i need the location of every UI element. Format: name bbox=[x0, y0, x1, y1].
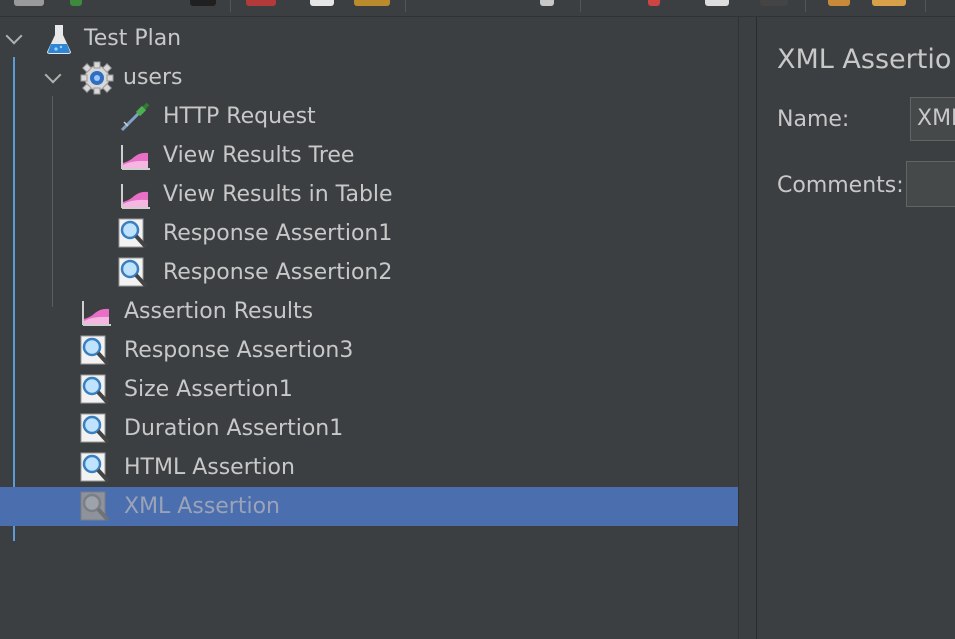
panel-title: XML Assertio bbox=[777, 44, 952, 75]
reset-search-icon[interactable] bbox=[872, 0, 906, 6]
name-field[interactable]: XML bbox=[910, 97, 955, 141]
toolbar-separator bbox=[925, 0, 926, 12]
tree-node-duration-assertion1[interactable]: Duration Assertion1 bbox=[0, 409, 738, 448]
flask-icon bbox=[47, 25, 71, 54]
magnifier-icon bbox=[80, 335, 110, 366]
magnifier-icon bbox=[80, 491, 110, 522]
panel-splitter[interactable] bbox=[738, 17, 757, 639]
tree-node-http-request[interactable]: HTTP Request bbox=[0, 97, 738, 136]
tree-node-test-plan[interactable]: Test Plan bbox=[0, 19, 738, 58]
clear-icon[interactable] bbox=[705, 0, 729, 6]
tree-node-label: Test Plan bbox=[84, 26, 182, 51]
magnifier-icon bbox=[118, 257, 148, 288]
magnifier-icon bbox=[80, 413, 110, 444]
tree-node-html-assertion[interactable]: HTML Assertion bbox=[0, 448, 738, 487]
toolbar-separator bbox=[805, 0, 806, 12]
save-icon[interactable] bbox=[190, 0, 216, 6]
tree-node-label: Assertion Results bbox=[124, 299, 314, 324]
tree-node-label: Response Assertion2 bbox=[163, 260, 393, 285]
open-icon[interactable] bbox=[70, 0, 82, 6]
tree-node-view-results-tree[interactable]: View Results Tree bbox=[0, 136, 738, 175]
toggle-icon[interactable] bbox=[540, 0, 554, 6]
toolbar-separator bbox=[580, 0, 581, 12]
tree-node-label: HTTP Request bbox=[163, 104, 316, 129]
magnifier-icon bbox=[80, 374, 110, 405]
graph-listener-icon bbox=[82, 301, 111, 326]
chevron-down-icon[interactable] bbox=[5, 27, 23, 45]
tree-node-label: Response Assertion3 bbox=[124, 338, 354, 363]
tree-node-label: HTML Assertion bbox=[124, 455, 295, 480]
graph-listener-icon bbox=[121, 145, 150, 170]
tree-node-label: users bbox=[123, 65, 183, 90]
stop-icon[interactable] bbox=[648, 0, 660, 6]
tree-node-response-assertion3[interactable]: Response Assertion3 bbox=[0, 331, 738, 370]
tree-node-label: Size Assertion1 bbox=[124, 377, 293, 402]
tree-node-view-results-in-table[interactable]: View Results in Table bbox=[0, 175, 738, 214]
gear-icon bbox=[80, 61, 114, 95]
cut-icon[interactable] bbox=[246, 0, 276, 6]
test-plan-tree: Test Plan users HTTP Request View Result… bbox=[0, 17, 738, 639]
tree-node-response-assertion2[interactable]: Response Assertion2 bbox=[0, 253, 738, 292]
magnifier-icon bbox=[80, 452, 110, 483]
comments-label: Comments: bbox=[777, 173, 904, 198]
clear-all-icon[interactable] bbox=[760, 0, 788, 6]
comments-field[interactable] bbox=[906, 161, 955, 207]
tree-node-label: View Results Tree bbox=[163, 143, 355, 168]
toolbar bbox=[0, 0, 955, 17]
paste-icon[interactable] bbox=[354, 0, 390, 6]
toolbar-separator bbox=[230, 0, 231, 12]
copy-icon[interactable] bbox=[310, 0, 334, 6]
toolbar-separator bbox=[405, 0, 406, 12]
graph-listener-icon bbox=[121, 184, 150, 209]
tree-node-label: View Results in Table bbox=[163, 182, 393, 207]
xml-assertion-panel: XML Assertio Name: XML Comments: bbox=[757, 17, 955, 639]
search-icon[interactable] bbox=[828, 0, 850, 6]
tree-node-users[interactable]: users bbox=[0, 58, 738, 97]
tree-node-label: XML Assertion bbox=[124, 494, 280, 519]
tree-node-size-assertion1[interactable]: Size Assertion1 bbox=[0, 370, 738, 409]
pipette-icon bbox=[120, 102, 150, 132]
tree-node-assertion-results[interactable]: Assertion Results bbox=[0, 292, 738, 331]
chevron-down-icon[interactable] bbox=[44, 66, 62, 84]
new-icon[interactable] bbox=[14, 0, 44, 6]
magnifier-icon bbox=[118, 218, 148, 249]
tree-node-response-assertion1[interactable]: Response Assertion1 bbox=[0, 214, 738, 253]
tree-node-label: Response Assertion1 bbox=[163, 221, 393, 246]
tree-node-xml-assertion[interactable]: XML Assertion bbox=[0, 487, 738, 526]
name-label: Name: bbox=[777, 107, 850, 132]
tree-node-label: Duration Assertion1 bbox=[124, 416, 344, 441]
